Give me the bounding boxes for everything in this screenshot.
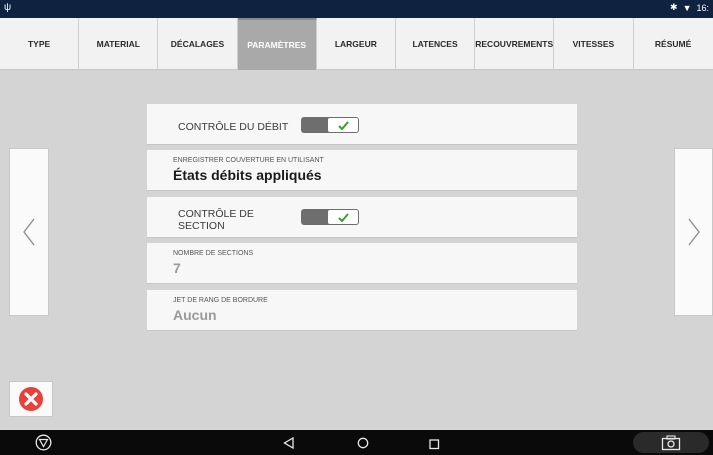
coverage-record-value: États débits appliqués: [173, 167, 322, 183]
toggle-knob: [328, 118, 358, 132]
tab-type[interactable]: TYPE: [0, 18, 80, 70]
recents-button[interactable]: [429, 437, 440, 455]
home-button[interactable]: [357, 436, 369, 454]
back-triangle-icon: [283, 436, 294, 450]
border-row-jet-value: Aucun: [173, 307, 217, 323]
android-nav-bar: [0, 430, 713, 455]
cancel-button[interactable]: [9, 381, 53, 417]
flow-control-row: CONTRÔLE DU DÉBIT: [147, 104, 577, 145]
section-control-row: CONTRÔLE DE SECTION: [147, 197, 577, 238]
home-circle-icon: [357, 437, 369, 449]
tab-largeur[interactable]: LARGEUR: [317, 18, 396, 70]
flow-control-label: CONTRÔLE DU DÉBIT: [178, 121, 289, 133]
coverage-record-label: ENREGISTRER COUVERTURE EN UTILISANT: [173, 157, 324, 164]
back-button[interactable]: [283, 436, 295, 454]
tab-parametres[interactable]: PARAMÈTRES: [237, 18, 317, 70]
camera-icon: [661, 434, 681, 450]
next-page-button[interactable]: [674, 148, 713, 316]
screenshot-button[interactable]: [633, 432, 709, 453]
app-logo-icon: [35, 434, 52, 451]
checkmark-icon: [337, 212, 349, 222]
app-menu-button[interactable]: [35, 434, 52, 455]
status-bar: ψ ✱ ▼ 16:: [0, 0, 713, 18]
section-control-label: CONTRÔLE DE SECTION: [178, 208, 254, 232]
coverage-record-row[interactable]: ENREGISTRER COUVERTURE EN UTILISANT État…: [147, 150, 577, 191]
clock: 16:: [696, 2, 709, 13]
tab-material[interactable]: MATERIAL: [79, 18, 159, 70]
section-control-toggle[interactable]: [301, 209, 359, 225]
tab-vitesses[interactable]: VITESSES: [554, 18, 634, 70]
recents-square-icon: [429, 439, 440, 450]
tab-latences[interactable]: LATENCES: [396, 18, 476, 70]
status-icons: ✱ ▼ 16:: [670, 2, 709, 13]
wizard-tabs: TYPE MATERIAL DÉCALAGES PARAMÈTRES LARGE…: [0, 18, 713, 70]
usb-icon: ψ: [4, 2, 12, 13]
border-row-jet-label: JET DE RANG DE BORDURE: [173, 297, 268, 304]
flow-control-toggle[interactable]: [301, 117, 359, 133]
section-count-value: 7: [173, 260, 181, 276]
chevron-right-icon: [687, 218, 700, 246]
close-circle-icon: [19, 387, 43, 411]
section-count-row[interactable]: NOMBRE DE SECTIONS 7: [147, 243, 577, 284]
tab-decalages[interactable]: DÉCALAGES: [158, 18, 238, 70]
tab-resume[interactable]: RÉSUMÉ: [634, 18, 713, 70]
section-count-label: NOMBRE DE SECTIONS: [173, 250, 254, 257]
previous-page-button[interactable]: [9, 148, 49, 316]
checkmark-icon: [337, 120, 349, 130]
chevron-left-icon: [23, 218, 35, 246]
border-row-jet-row[interactable]: JET DE RANG DE BORDURE Aucun: [147, 290, 577, 331]
tab-recouvrements[interactable]: RECOUVREMENTS: [475, 18, 555, 70]
toggle-knob: [328, 210, 358, 224]
wifi-icon: ▼: [682, 2, 692, 13]
bluetooth-icon: ✱: [670, 2, 678, 12]
